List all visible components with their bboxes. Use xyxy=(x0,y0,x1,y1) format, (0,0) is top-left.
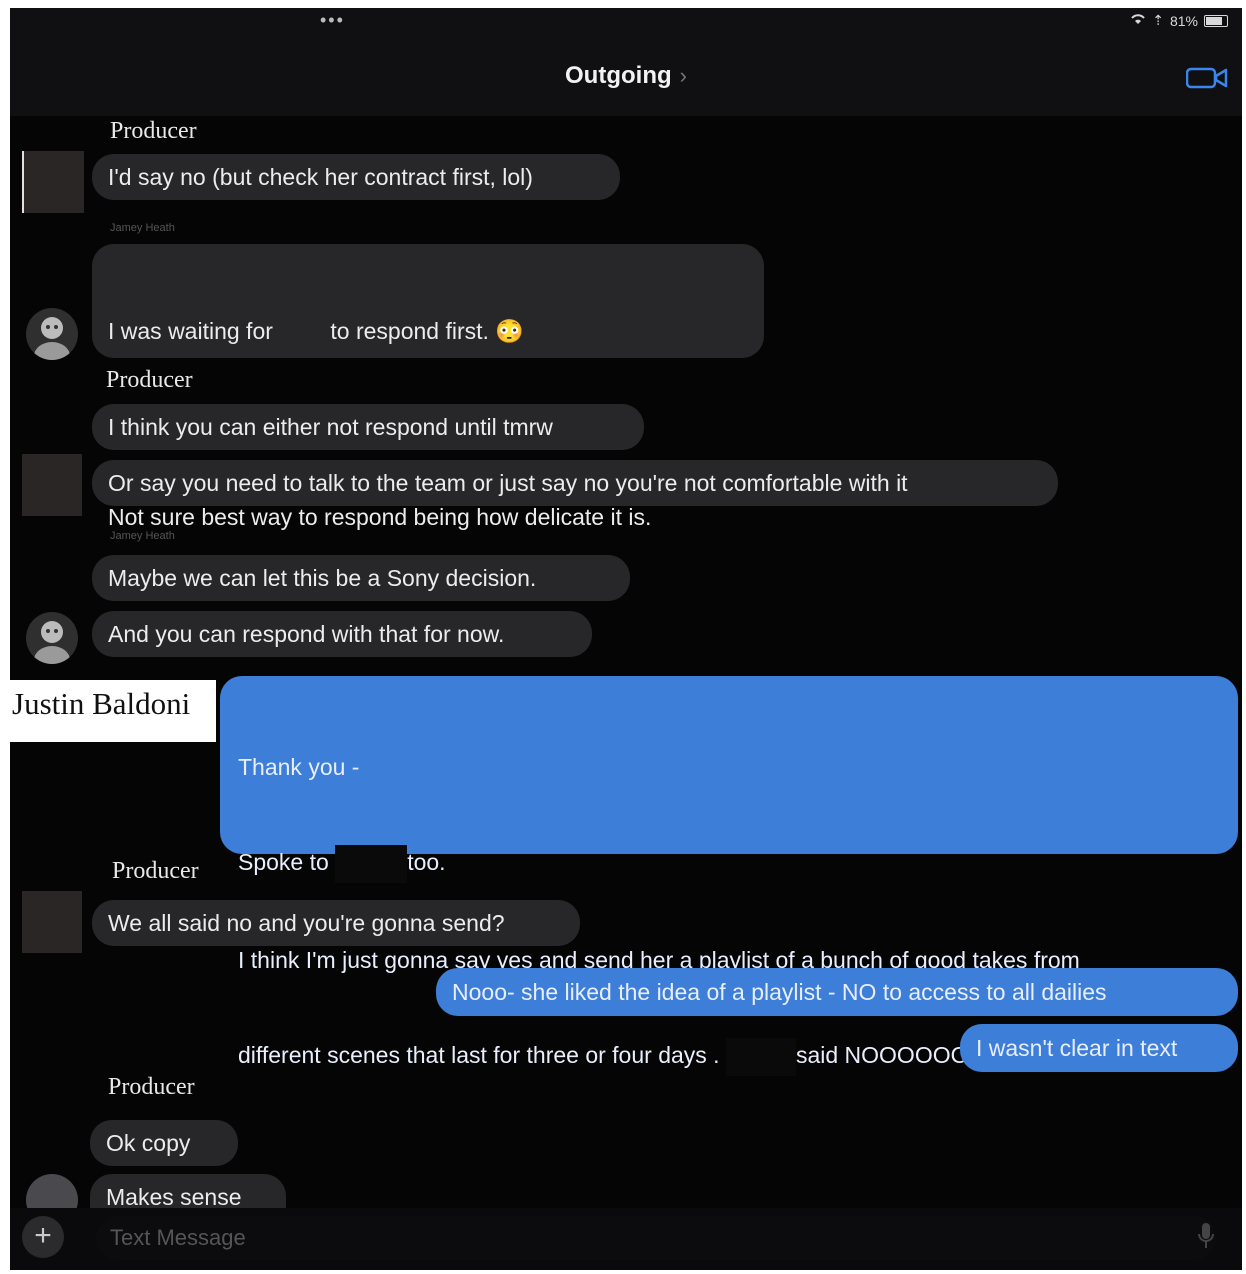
message-input[interactable] xyxy=(96,1216,1216,1260)
sender-name-overlay: Justin Baldoni xyxy=(10,680,216,742)
sender-label: Jamey Heath xyxy=(110,530,175,542)
message-bubble[interactable]: Maybe we can let this be a Sony decision… xyxy=(92,555,630,601)
avatar xyxy=(22,891,82,953)
microphone-icon[interactable] xyxy=(1198,1222,1214,1250)
outgoing-message-bubble[interactable]: Nooo- she liked the idea of a playlist -… xyxy=(436,968,1238,1016)
plus-icon[interactable]: + xyxy=(22,1216,64,1258)
chevron-right-icon: › xyxy=(679,63,687,88)
redaction-box xyxy=(725,1038,796,1076)
message-line: Not sure best way to respond being how d… xyxy=(108,504,652,530)
navigation-bar: ••• ⇡ 81% Outgoing › xyxy=(10,8,1242,116)
avatar xyxy=(26,612,78,664)
battery-icon xyxy=(1204,14,1228,27)
sender-label: Producer xyxy=(106,367,193,393)
sender-label: Producer xyxy=(112,858,199,884)
video-camera-icon[interactable] xyxy=(1186,66,1228,90)
message-line: different scenes that last for three or … xyxy=(238,1042,720,1069)
message-line: Spoke to xyxy=(238,849,329,876)
location-icon: ⇡ xyxy=(1152,12,1164,28)
message-bubble[interactable]: Makes sense xyxy=(90,1174,286,1210)
message-bubble[interactable]: We all said no and you're gonna send? xyxy=(92,900,580,946)
avatar xyxy=(22,151,84,213)
message-bubble[interactable]: I'd say no (but check her contract first… xyxy=(92,154,620,200)
outgoing-message-bubble[interactable]: Thank you - Spoke to too. I think I'm ju… xyxy=(220,676,1238,1076)
battery-percent: 81% xyxy=(1169,12,1198,29)
message-bubble[interactable]: I was waiting for to respond first. 😳 It… xyxy=(92,244,764,530)
status-bar: ⇡ 81% xyxy=(1130,12,1228,29)
wifi-icon xyxy=(1130,13,1146,28)
sender-label: Producer xyxy=(108,1074,195,1100)
message-bubble[interactable]: Ok copy xyxy=(90,1120,238,1166)
message-line: Thank you - xyxy=(238,754,360,780)
message-line: too. xyxy=(407,849,446,876)
sender-label: Jamey Heath xyxy=(110,222,175,234)
message-line: I was waiting for to respond first. xyxy=(108,318,489,344)
outgoing-message-bubble[interactable]: I wasn't clear in text xyxy=(960,1024,1238,1072)
multitask-dots[interactable]: ••• xyxy=(320,10,345,31)
conversation-title-wrap[interactable]: Outgoing › xyxy=(10,62,1242,90)
avatar xyxy=(22,454,82,516)
message-bubble[interactable]: I think you can either not respond until… xyxy=(92,404,644,450)
conversation-title[interactable]: Outgoing xyxy=(565,62,672,89)
message-bubble[interactable]: Or say you need to talk to the team or j… xyxy=(92,460,1058,506)
avatar xyxy=(26,308,78,360)
redaction-box xyxy=(335,845,408,883)
message-bubble[interactable]: And you can respond with that for now. xyxy=(92,611,592,657)
imessage-screen: ••• ⇡ 81% Outgoing › Producer I'd say no … xyxy=(10,8,1242,1270)
compose-bar: + xyxy=(10,1208,1242,1270)
flushed-emoji: 😳 xyxy=(495,318,524,344)
sender-label: Producer xyxy=(110,118,197,144)
